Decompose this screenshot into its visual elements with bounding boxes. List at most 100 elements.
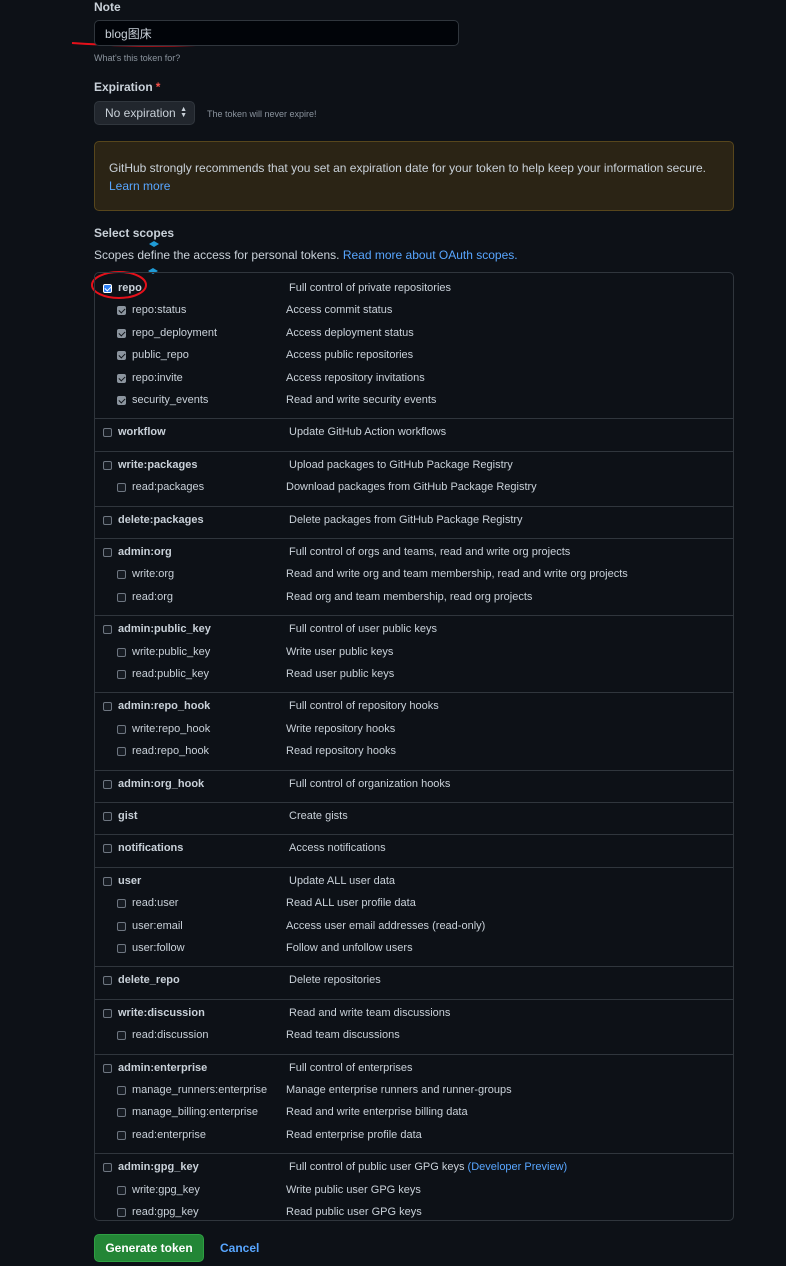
scope-checkbox[interactable]: [103, 1163, 112, 1173]
scope-group: repo Full control of private repositories: [95, 281, 733, 299]
scope-description: Update ALL user data: [289, 875, 395, 887]
note-input[interactable]: [94, 20, 459, 46]
scope-name: write:discussion: [118, 1006, 205, 1019]
scope-description: Read org and team membership, read org p…: [286, 591, 532, 603]
scope-description: Access deployment status: [286, 327, 414, 339]
scope-description: Read team discussions: [286, 1029, 400, 1041]
scope-description-text: Read enterprise profile data: [286, 1128, 422, 1141]
scope-name: read:public_key: [132, 668, 210, 680]
scope-checkbox[interactable]: [117, 1130, 126, 1140]
scope-name: write:packages: [118, 458, 198, 471]
scope-name: repo:invite: [132, 371, 183, 384]
scope-group-divider: [95, 418, 733, 420]
scope-checkbox[interactable]: [103, 284, 112, 293]
scope-name: repo_deployment: [132, 326, 218, 339]
scope-checkbox[interactable]: [103, 1008, 112, 1018]
scope-description-text: Full control of repository hooks: [289, 700, 439, 713]
scope-checkbox[interactable]: [117, 921, 126, 931]
scope-description: Delete packages from GitHub Package Regi…: [289, 514, 523, 526]
scope-description: Full control of enterprises: [289, 1062, 413, 1074]
scope-subitem: user:follow Follow and unfollow users: [95, 941, 733, 959]
scope-subitem: read:discussion Read team discussions: [95, 1028, 733, 1046]
scope-checkbox[interactable]: [103, 876, 112, 886]
scope-description: Access user email addresses (read-only): [286, 920, 485, 932]
scope-name: admin:repo_hook: [118, 700, 211, 713]
scope-checkbox[interactable]: [103, 1063, 112, 1073]
scope-group: delete:packages Delete packages from GitH…: [95, 513, 733, 531]
scope-checkbox[interactable]: [117, 396, 126, 405]
scope-group-divider: [95, 692, 733, 694]
scope-description-text: Create gists: [289, 810, 348, 822]
scope-name: admin:org: [118, 546, 172, 558]
scope-subitem: security_events Read and write security e…: [95, 393, 733, 411]
scope-checkbox[interactable]: [117, 328, 126, 338]
scope-description: Write public user GPG keys: [286, 1184, 421, 1196]
scope-checkbox[interactable]: [117, 944, 126, 953]
scope-group-divider: [95, 998, 733, 1000]
scope-description-text: Download packages from GitHub Package Re…: [286, 481, 537, 494]
scope-checkbox[interactable]: [103, 844, 112, 854]
scope-checkbox[interactable]: [117, 483, 126, 493]
scope-checkbox[interactable]: [117, 647, 126, 657]
expiration-label: Expiration *: [94, 80, 161, 94]
scope-checkbox[interactable]: [103, 625, 112, 635]
scope-checkbox[interactable]: [117, 306, 126, 316]
scope-name: read:enterprise: [132, 1128, 206, 1141]
learn-more-link[interactable]: Learn more: [109, 179, 170, 193]
developer-preview-link[interactable]: (Developer Preview): [468, 1161, 568, 1173]
expiration-select[interactable]: No expiration ▲ ▼: [94, 101, 195, 125]
scope-group-divider: [95, 615, 733, 617]
scope-name: manage_billing:enterprise: [132, 1106, 258, 1119]
scope-name: gist: [118, 810, 138, 822]
scope-checkbox[interactable]: [117, 724, 126, 734]
scope-description: Write user public keys: [286, 646, 393, 658]
scope-checkbox[interactable]: [117, 747, 126, 757]
scope-group-divider: [95, 966, 733, 968]
scope-description: Read enterprise profile data: [286, 1129, 422, 1141]
scope-subitem: write:gpg_key Write public user GPG keys: [95, 1183, 733, 1201]
scope-description: Full control of private repositories: [289, 282, 451, 294]
oauth-scopes-link[interactable]: Read more about OAuth scopes.: [343, 248, 518, 262]
scope-subitem: write:repo_hook Write repository hooks: [95, 722, 733, 740]
scope-checkbox[interactable]: [117, 592, 126, 602]
scope-checkbox[interactable]: [117, 1185, 126, 1195]
scope-description-text: Read and write enterprise billing data: [286, 1106, 468, 1119]
scope-checkbox[interactable]: [117, 1031, 126, 1041]
scope-description: Read public user GPG keys: [286, 1206, 422, 1218]
scope-checkbox[interactable]: [103, 812, 112, 821]
scope-name: read:packages: [132, 481, 205, 494]
scope-checkbox[interactable]: [103, 976, 112, 986]
scope-checkbox[interactable]: [117, 670, 126, 679]
scope-description-text: Read public user GPG keys: [286, 1206, 422, 1218]
select-arrows-icon: ▲ ▼: [180, 106, 187, 119]
scope-checkbox[interactable]: [117, 351, 126, 361]
scope-checkbox[interactable]: [103, 779, 112, 789]
cancel-button[interactable]: Cancel: [220, 1241, 259, 1255]
scope-subitem: read:user Read ALL user profile data: [95, 896, 733, 914]
scope-description: Delete repositories: [289, 974, 381, 986]
generate-token-button[interactable]: Generate token: [94, 1234, 204, 1262]
scope-checkbox[interactable]: [103, 548, 112, 557]
scope-name: write:org: [132, 568, 175, 581]
scope-description: Upload packages to GitHub Package Regist…: [289, 459, 513, 471]
scope-checkbox[interactable]: [103, 702, 112, 712]
scope-description: Read and write enterprise billing data: [286, 1106, 468, 1118]
scope-checkbox[interactable]: [117, 373, 126, 383]
scope-checkbox[interactable]: [117, 570, 126, 580]
scope-name: repo:status: [132, 304, 187, 317]
scope-checkbox[interactable]: [117, 899, 126, 909]
scope-checkbox[interactable]: [117, 1086, 126, 1095]
scope-name: read:org: [132, 590, 173, 603]
scope-description: Full control of repository hooks: [289, 700, 439, 712]
scope-description: Create gists: [289, 810, 348, 822]
scope-checkbox[interactable]: [103, 460, 112, 470]
scope-checkbox[interactable]: [117, 1108, 126, 1118]
scope-checkbox[interactable]: [117, 1208, 126, 1217]
scope-name: notifications: [118, 842, 184, 855]
scope-checkbox[interactable]: [103, 515, 112, 525]
scope-description: Write repository hooks: [286, 723, 395, 735]
scope-description-text: Write repository hooks: [286, 722, 396, 735]
scope-subitem: public_repo Access public repositories: [95, 348, 733, 366]
expiration-warning: GitHub strongly recommends that you set …: [94, 141, 734, 211]
scope-checkbox[interactable]: [103, 428, 112, 438]
